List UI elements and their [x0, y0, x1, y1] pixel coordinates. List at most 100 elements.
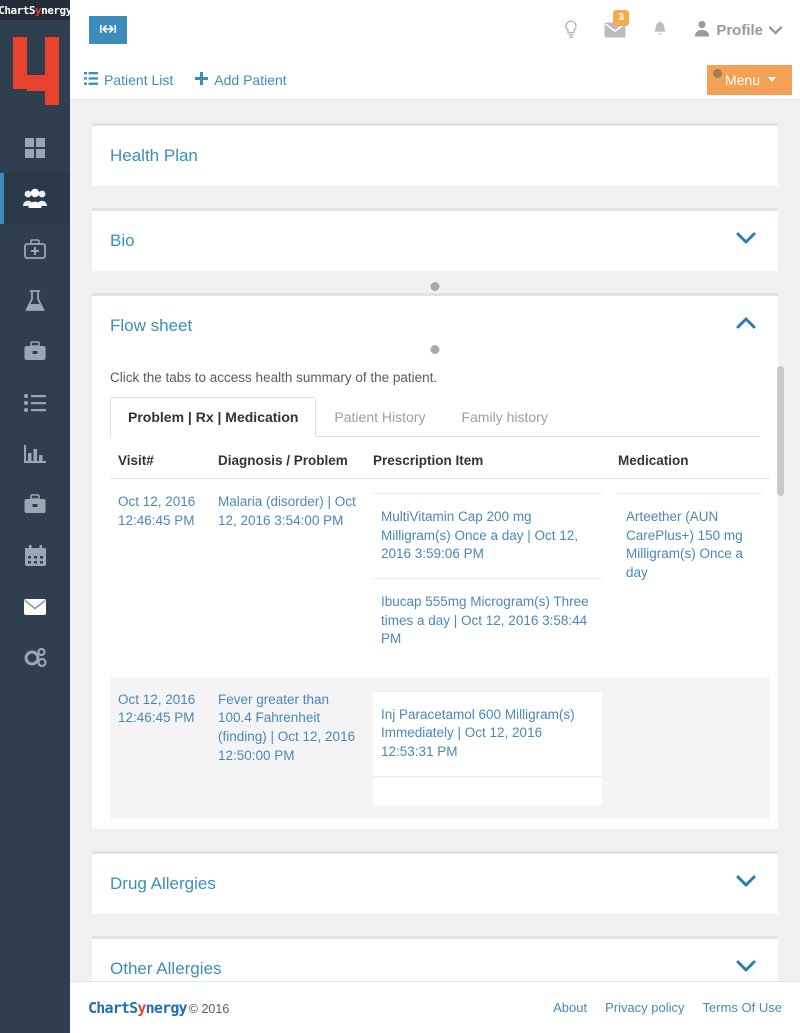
- table-body: Oct 12, 2016 12:46:45 PM Malaria (disord…: [110, 479, 770, 819]
- bell-icon: [654, 20, 667, 35]
- prescription-item: Inj Paracetamol 600 Milligram(s) Immedia…: [373, 690, 602, 777]
- briefcase-icon: [23, 494, 47, 515]
- sidebar-item-laboratory[interactable]: [0, 275, 70, 326]
- table-head: Visit# Diagnosis / Problem Prescription …: [110, 437, 770, 479]
- plus-icon: [195, 71, 209, 88]
- column-header-medication: Medication: [610, 437, 770, 479]
- prescription-item: Ibucap 555mg Microgram(s) Three times a …: [373, 577, 602, 663]
- sidebar-item-appointments[interactable]: [0, 530, 70, 581]
- footer-logo-text: ChartSynergy: [88, 998, 188, 1017]
- sidebar-item-medical-kit[interactable]: [0, 224, 70, 275]
- copyright-text: © 2016: [188, 1001, 230, 1016]
- table-row[interactable]: Oct 12, 2016 12:46:45 PM Fever greater t…: [110, 676, 770, 819]
- notifications-icon-button[interactable]: [652, 20, 668, 40]
- grid-icon: [24, 137, 46, 159]
- sidebar-item-settings[interactable]: [0, 632, 70, 683]
- tab-patient-history[interactable]: Patient History: [316, 397, 443, 437]
- medication-sub-table: Arteether (AUN CarePlus+) 150 mg Milligr…: [618, 493, 762, 597]
- cell-visit: Oct 12, 2016 12:46:45 PM: [110, 676, 210, 819]
- profile-menu[interactable]: Profile: [694, 20, 783, 41]
- add-patient-label: Add Patient: [214, 71, 287, 88]
- prescription-item-row[interactable]: Inj Paracetamol 600 Milligram(s) Immedia…: [373, 690, 602, 777]
- sidebar-item-reports[interactable]: [0, 428, 70, 479]
- tab-family-history[interactable]: Family history: [443, 397, 565, 437]
- top-header: 3 Profile: [70, 0, 800, 60]
- prescription-item-row[interactable]: MultiVitamin Cap 200 mg Milligram(s) Onc…: [373, 493, 602, 579]
- panel-title: Health Plan: [110, 146, 198, 165]
- sidebar-nav: [0, 122, 70, 683]
- panel-bio: Bio: [92, 208, 778, 271]
- prescription-sub-table: MultiVitamin Cap 200 mg Milligram(s) Onc…: [373, 493, 602, 663]
- medication-item: Arteether (AUN CarePlus+) 150 mg Milligr…: [618, 493, 762, 597]
- chevron-down-icon[interactable]: [736, 875, 756, 893]
- patient-list-link[interactable]: Patient List: [84, 71, 174, 88]
- chevron-down-icon[interactable]: [736, 960, 756, 978]
- chevron-up-icon[interactable]: [736, 317, 756, 335]
- add-patient-link[interactable]: Add Patient: [195, 71, 287, 88]
- medication-item-row[interactable]: Arteether (AUN CarePlus+) 150 mg Milligr…: [618, 493, 762, 597]
- list-icon: [23, 393, 47, 413]
- sidebar-logo-mark: [0, 20, 70, 122]
- column-header-diagnosis: Diagnosis / Problem: [210, 437, 365, 479]
- cell-visit: Oct 12, 2016 12:46:45 PM: [118, 494, 196, 528]
- sidebar-item-patients[interactable]: [0, 173, 70, 224]
- cell-prescriptions: MultiVitamin Cap 200 mg Milligram(s) Onc…: [365, 479, 610, 677]
- sub-navigation: Patient List Add Patient Menu: [70, 60, 800, 100]
- sidebar-item-inventory[interactable]: [0, 479, 70, 530]
- sidebar-item-lists[interactable]: [0, 377, 70, 428]
- lightbulb-icon-button[interactable]: [564, 20, 578, 40]
- message-count-badge: 3: [613, 10, 629, 26]
- panel-header-other-allergies[interactable]: Other Allergies: [92, 939, 778, 981]
- patient-list-label: Patient List: [104, 71, 174, 88]
- brand-logo-text: ChartSynergy: [0, 3, 70, 17]
- menu-button[interactable]: Menu: [706, 64, 792, 95]
- gears-icon: [23, 647, 47, 669]
- flask-icon: [24, 289, 46, 313]
- footer-brand: ChartSynergy © 2016: [88, 999, 229, 1017]
- cell-medications: Arteether (AUN CarePlus+) 150 mg Milligr…: [610, 479, 770, 677]
- footer-links: About Privacy policy Terms Of Use: [553, 1000, 782, 1015]
- arrows-h-icon: [99, 23, 117, 38]
- briefcase-icon: [23, 341, 47, 362]
- sidebar-item-pharmacy[interactable]: [0, 326, 70, 377]
- flow-sheet-scrollbar[interactable]: [777, 366, 784, 496]
- chevron-down-icon: [768, 22, 783, 39]
- lightbulb-icon: [565, 20, 577, 38]
- flow-sheet-table: Visit# Diagnosis / Problem Prescription …: [110, 437, 770, 819]
- tab-problem-rx-medication[interactable]: Problem | Rx | Medication: [110, 397, 317, 437]
- footer-link-about[interactable]: About: [553, 1000, 587, 1015]
- sidebar-item-messages[interactable]: [0, 581, 70, 632]
- panel-title: Drug Allergies: [110, 873, 216, 893]
- panel-header-bio[interactable]: Bio: [92, 211, 778, 271]
- users-icon: [22, 188, 48, 210]
- list-icon: [84, 71, 98, 88]
- header-actions: 3 Profile: [564, 10, 783, 41]
- cell-diagnosis: Malaria (disorder) | Oct 12, 2016 3:54:0…: [218, 494, 356, 528]
- chevron-down-icon[interactable]: [736, 232, 756, 250]
- prescription-item-empty: [373, 775, 602, 805]
- panel-drug-allergies: Drug Allergies: [92, 850, 778, 914]
- envelope-icon: [23, 598, 47, 616]
- table-row[interactable]: Oct 12, 2016 12:46:45 PM Malaria (disord…: [110, 479, 770, 677]
- sidebar-toggle-button[interactable]: [89, 16, 127, 44]
- panel-health-plan: Health Plan: [92, 123, 778, 186]
- messages-icon-button[interactable]: 3: [604, 10, 629, 38]
- table-header-row: Visit# Diagnosis / Problem Prescription …: [110, 437, 770, 479]
- panel-header-health-plan[interactable]: Health Plan: [92, 126, 778, 186]
- panel-header-drug-allergies[interactable]: Drug Allergies: [92, 854, 778, 914]
- panel-other-allergies: Other Allergies: [92, 935, 778, 981]
- sidebar-item-dashboard[interactable]: [0, 122, 70, 173]
- calendar-icon: [24, 544, 47, 567]
- caret-down-icon: [768, 77, 776, 82]
- prescription-item-row[interactable]: Ibucap 555mg Microgram(s) Three times a …: [373, 577, 602, 663]
- panel-title: Other Allergies: [110, 958, 222, 978]
- cell-diagnosis: Fever greater than 100.4 Fahrenheit (fin…: [210, 676, 365, 819]
- panel-title: Flow sheet: [110, 316, 193, 335]
- bar-chart-icon: [23, 444, 47, 464]
- sidebar-brand[interactable]: ChartSynergy: [0, 0, 70, 20]
- sidebar: ChartSynergy: [0, 0, 70, 1033]
- footer-link-terms-of-use[interactable]: Terms Of Use: [703, 1000, 782, 1015]
- flow-sheet-tabs: Problem | Rx | Medication Patient Histor…: [110, 397, 760, 437]
- app-root: ChartSynergy 3 Profile Patient List Add …: [0, 0, 800, 1033]
- footer-link-privacy-policy[interactable]: Privacy policy: [605, 1000, 684, 1015]
